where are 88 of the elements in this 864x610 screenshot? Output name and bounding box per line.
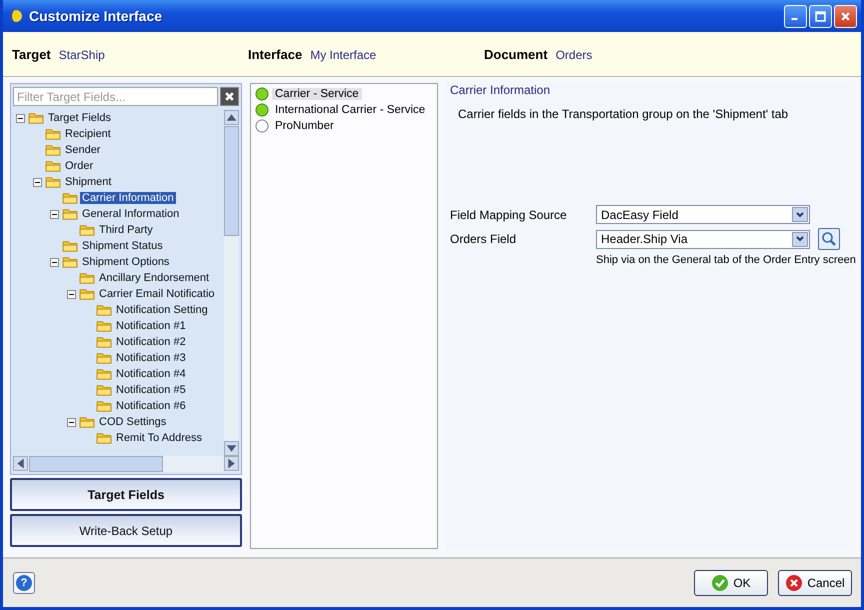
search-icon [821, 231, 837, 247]
tree-item[interactable]: Notification #6 [114, 400, 188, 412]
tree-item[interactable]: Notification Setting [114, 304, 210, 316]
folder-icon [79, 272, 95, 284]
folder-icon [28, 112, 44, 124]
close-icon [840, 10, 851, 22]
folder-icon [96, 320, 112, 332]
collapse-toggle[interactable] [16, 114, 25, 122]
field-label: Orders Field [450, 232, 518, 246]
folder-icon [45, 128, 61, 140]
clear-button[interactable] [220, 87, 239, 106]
tree-item[interactable]: Remit To Address [114, 432, 204, 444]
header-label: Document [484, 46, 548, 62]
dropdown-field[interactable]: Header.Ship Via [596, 230, 810, 248]
section-tab[interactable]: Target Fields [10, 478, 242, 511]
minimize-button[interactable] [784, 4, 807, 28]
close-button[interactable] [834, 4, 857, 28]
tree-item[interactable]: Recipient [63, 128, 113, 140]
collapse-toggle[interactable] [33, 178, 42, 186]
collapse-toggle[interactable] [67, 418, 76, 426]
ok-button[interactable]: OK [694, 570, 768, 596]
collapse-toggle[interactable] [50, 258, 59, 266]
folder-icon [96, 400, 112, 412]
minimize-icon [790, 18, 798, 20]
tree-item[interactable]: Notification #3 [114, 352, 188, 364]
tree-item[interactable]: Notification #5 [114, 384, 188, 396]
folder-icon [62, 192, 78, 204]
tree-item[interactable]: Shipment Options [80, 256, 172, 268]
filter-field[interactable]: Filter Target Fields... [13, 87, 218, 106]
header-value: My Interface [310, 48, 376, 62]
folder-icon [96, 304, 112, 316]
collapse-toggle[interactable] [50, 210, 59, 218]
search-button[interactable] [818, 228, 840, 250]
chevron-down-icon [795, 234, 805, 244]
cancel-icon [785, 574, 804, 592]
section-title: Carrier Information [450, 83, 552, 97]
section-tab[interactable]: Write-Back Setup [10, 514, 242, 547]
maximize-icon [815, 10, 826, 22]
tree-item[interactable]: Sender [63, 144, 102, 156]
tree-item[interactable]: COD Settings [97, 416, 168, 428]
folder-icon [96, 336, 112, 348]
folder-icon [79, 224, 95, 236]
tree-item[interactable]: Notification #4 [114, 368, 188, 380]
checkmark-icon [711, 574, 730, 592]
tree-item[interactable]: Carrier Email Notificatio [97, 288, 217, 300]
folder-icon [79, 288, 95, 300]
close-icon [224, 91, 235, 102]
tree-item[interactable]: Third Party [97, 224, 155, 236]
header-label: Target [12, 46, 51, 62]
help-button[interactable]: ? [13, 572, 35, 594]
chevron-down-icon [795, 210, 805, 220]
cancel-button[interactable]: Cancel [778, 570, 852, 596]
folder-icon [96, 432, 112, 444]
description-text: Carrier fields in the Transportation group on the 'Shipment' tab [458, 107, 790, 121]
hint-text: Ship via on the General tab of the Order Entry screen [596, 254, 856, 266]
field-item[interactable]: ProNumber [272, 120, 337, 132]
horizontal-scrollbar[interactable] [13, 456, 239, 472]
folder-icon [45, 176, 61, 188]
tree-item[interactable]: Shipment [63, 176, 114, 188]
tree-item[interactable]: Notification #2 [114, 336, 188, 348]
folder-icon [62, 256, 78, 268]
collapse-toggle[interactable] [67, 290, 76, 298]
vertical-scrollbar[interactable] [224, 110, 239, 456]
maximize-button[interactable] [809, 4, 832, 28]
tree-item[interactable]: Ancillary Endorsement [97, 272, 212, 284]
tree-item[interactable]: Notification #1 [114, 320, 188, 332]
app-logo-icon [9, 9, 23, 23]
field-item[interactable]: Carrier - Service [272, 88, 362, 100]
folder-icon [45, 160, 61, 172]
window-title: Customize Interface [29, 8, 164, 24]
tree-item[interactable]: Shipment Status [80, 240, 165, 252]
header-label: Interface [248, 46, 302, 62]
field-item[interactable]: International Carrier - Service [272, 104, 428, 116]
tree-item[interactable]: Order [63, 160, 96, 172]
folder-icon [96, 384, 112, 396]
folder-icon [96, 368, 112, 380]
tree-item[interactable]: Carrier Information [80, 192, 176, 204]
dropdown-field[interactable]: DacEasy Field [596, 205, 810, 224]
tree-item[interactable]: General Information [80, 208, 182, 220]
field-label: Field Mapping Source [450, 208, 568, 222]
header-value: StarShip [58, 48, 105, 62]
folder-icon [79, 416, 95, 428]
folder-icon [62, 208, 78, 220]
folder-icon [96, 352, 112, 364]
folder-icon [62, 240, 78, 252]
tree-item[interactable]: Target Fields [46, 112, 113, 124]
header-value: Orders [556, 48, 592, 62]
folder-icon [45, 144, 61, 156]
